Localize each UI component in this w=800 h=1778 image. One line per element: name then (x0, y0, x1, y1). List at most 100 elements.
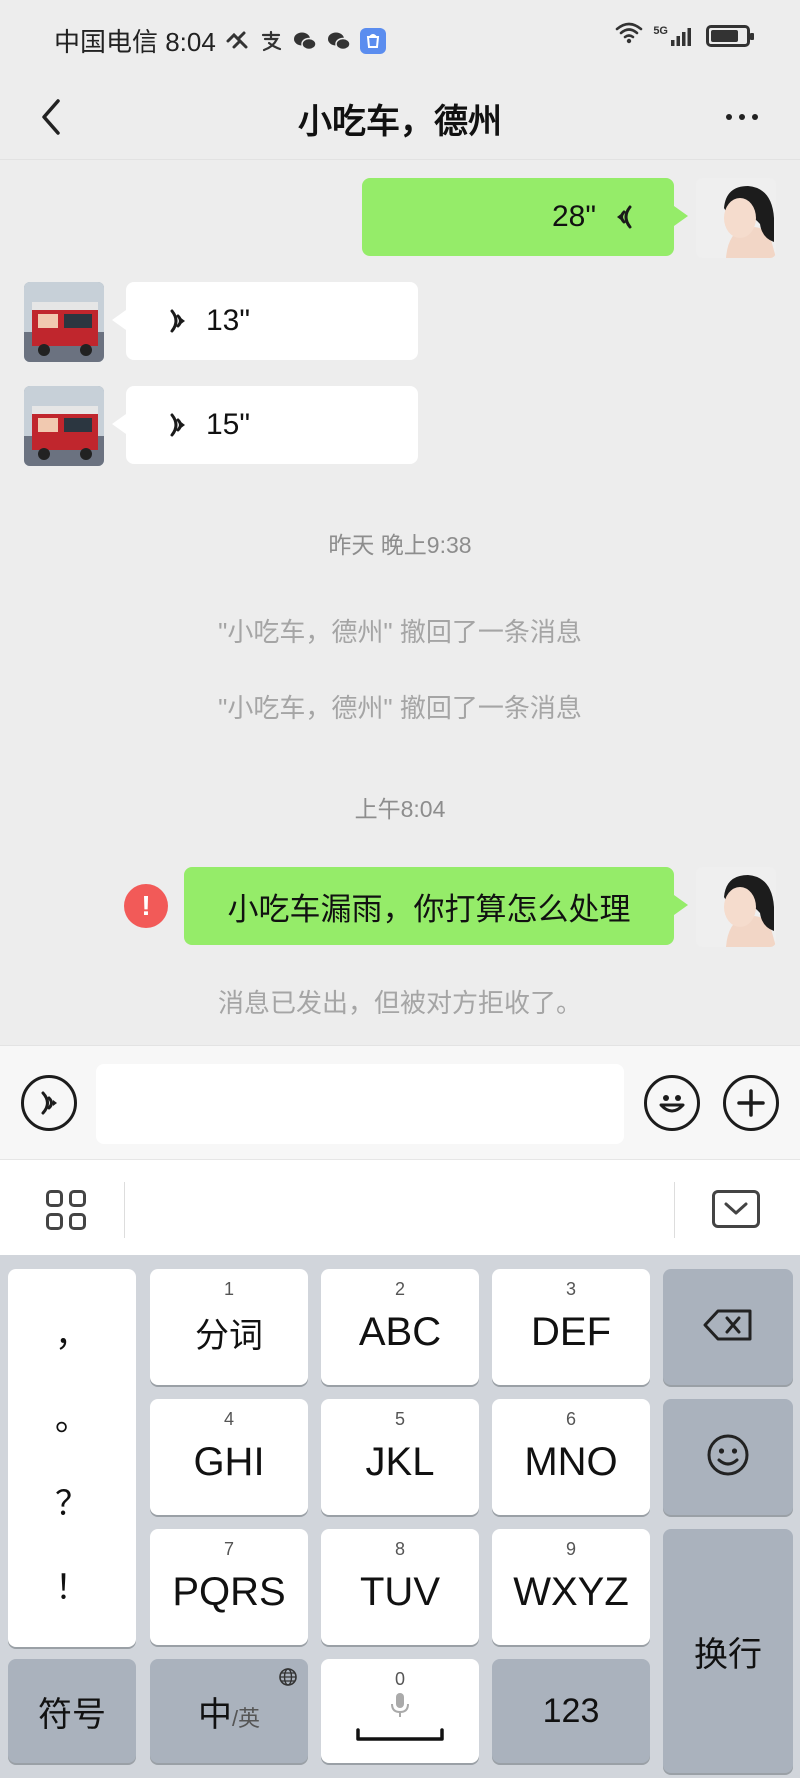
recall-note: "小吃车，德州" 撤回了一条消息 (218, 617, 582, 647)
voice-message-other[interactable]: 15" (112, 386, 418, 464)
timestamp: 昨天 晚上9:38 (328, 532, 472, 558)
punctuation-key-column[interactable]: ， 。 ？ ！ (8, 1269, 136, 1647)
lang-alt: /英 (231, 1705, 261, 1731)
space-key[interactable]: 0 (321, 1659, 479, 1763)
space-bar-icon (355, 1728, 445, 1747)
voice-wave-icon (610, 202, 638, 232)
key-num: 1 (223, 1279, 234, 1299)
toolbar-divider (124, 1182, 125, 1238)
key-5-jkl[interactable]: 5 JKL (321, 1399, 479, 1515)
key-label: TUV (360, 1569, 440, 1614)
voice-duration: 15" (206, 408, 251, 441)
key-num: 4 (223, 1409, 234, 1429)
keyboard-collapse-icon[interactable] (712, 1190, 760, 1228)
battery-icon (706, 24, 754, 47)
key-num: 0 (394, 1669, 405, 1689)
language-switch-key[interactable]: 中 /英 (150, 1659, 308, 1763)
chat-area[interactable]: 28" 13" 15" 昨天 晚上9:38 "小吃车，德州" 撤回了一条消息 "… (0, 160, 800, 1045)
nav-bar: 小吃车，德州 (0, 76, 800, 160)
lang-labels: 中 /英 (198, 1687, 260, 1736)
punct-exclaim[interactable]: ！ (55, 1560, 89, 1609)
avatar-other[interactable] (24, 386, 104, 466)
wechat-icon (292, 28, 318, 54)
chat-title: 小吃车，德州 (298, 103, 502, 141)
voice-message-other[interactable]: 13" (112, 282, 418, 360)
key-label: MNO (524, 1439, 618, 1484)
key-label: GHI (193, 1439, 265, 1484)
voice-duration: 13" (206, 304, 251, 337)
voice-mode-icon[interactable] (21, 1075, 77, 1131)
punct-comma[interactable]: ， (55, 1307, 89, 1356)
ime-toolbar (0, 1159, 800, 1255)
key-7-pqrs[interactable]: 7 PQRS (150, 1529, 308, 1645)
avatar-other[interactable] (24, 282, 104, 362)
lang-main: 中 (197, 1695, 232, 1734)
key-num: 3 (565, 1279, 576, 1299)
keyboard: ， 。 ？ ！ 1 分词 2 ABC 3 DEF 4 GHI 5 JKL 6 M… (0, 1255, 800, 1778)
emoji-icon[interactable] (644, 1075, 700, 1131)
key-label: DEF (531, 1309, 611, 1354)
toolbar-divider (674, 1182, 675, 1238)
voice-wave-icon (164, 410, 192, 440)
key-num: 2 (394, 1279, 405, 1299)
enter-key[interactable]: 换行 (663, 1529, 793, 1773)
key-label: WXYZ (513, 1569, 629, 1614)
key-label: ABC (358, 1309, 442, 1354)
smiley-icon (706, 1433, 750, 1482)
key-8-tuv[interactable]: 8 TUV (321, 1529, 479, 1645)
text-message-self[interactable]: 小吃车漏雨，你打算怎么处理 (184, 867, 688, 945)
more-dots-icon[interactable] (712, 92, 772, 142)
key-num: 8 (394, 1539, 405, 1559)
key-label: 符号 (38, 1695, 106, 1734)
backspace-key[interactable] (663, 1269, 793, 1385)
voice-wave-icon (164, 306, 192, 336)
plus-icon[interactable] (723, 1075, 779, 1131)
key-4-ghi[interactable]: 4 GHI (150, 1399, 308, 1515)
key-6-mno[interactable]: 6 MNO (492, 1399, 650, 1515)
status-bar: 中国电信 8:04 5G (0, 0, 800, 76)
voice-message-self[interactable]: 28" (362, 178, 688, 256)
key-num: 9 (565, 1539, 576, 1559)
avatar-self[interactable] (696, 178, 776, 258)
wechat-icon (326, 28, 352, 54)
input-bar (0, 1045, 800, 1159)
backspace-icon (702, 1308, 754, 1347)
key-3-def[interactable]: 3 DEF (492, 1269, 650, 1385)
message-text: 小吃车漏雨，你打算怎么处理 (227, 891, 631, 927)
numeric-key[interactable]: 123 (492, 1659, 650, 1763)
signal-5g-icon: 5G (653, 25, 696, 47)
key-2-abc[interactable]: 2 ABC (321, 1269, 479, 1385)
key-num: 5 (394, 1409, 405, 1429)
status-right: 5G (615, 22, 754, 49)
alipay-icon (258, 28, 284, 54)
voice-duration: 28" (551, 200, 596, 233)
key-num: 7 (223, 1539, 234, 1559)
timestamp: 上午8:04 (354, 796, 446, 822)
key-label: 分词 (195, 1316, 263, 1355)
key-9-wxyz[interactable]: 9 WXYZ (492, 1529, 650, 1645)
vpn-icon (224, 28, 250, 54)
network-label: 5G (653, 24, 668, 37)
wifi-icon (615, 22, 643, 49)
globe-icon (278, 1667, 298, 1692)
key-label: JKL (365, 1439, 435, 1484)
key-label: 换行 (694, 1635, 762, 1674)
status-left: 中国电信 8:04 (54, 22, 386, 59)
key-num: 6 (565, 1409, 576, 1429)
rejected-note: 消息已发出，但被对方拒收了。 (217, 988, 582, 1018)
emoji-key[interactable] (663, 1399, 793, 1515)
apps-grid-icon[interactable] (46, 1190, 86, 1230)
carrier-time: 中国电信 8:04 (54, 27, 216, 57)
message-input[interactable] (96, 1064, 624, 1144)
mic-icon (389, 1691, 411, 1724)
appstore-icon (359, 27, 386, 54)
key-label: PQRS (172, 1569, 286, 1614)
recall-note: "小吃车，德州" 撤回了一条消息 (218, 693, 582, 723)
avatar-self[interactable] (696, 867, 776, 947)
send-failed-icon[interactable]: ! (124, 884, 168, 928)
key-label: 123 (542, 1691, 600, 1730)
key-1-fenci[interactable]: 1 分词 (150, 1269, 308, 1385)
punct-question[interactable]: ？ (55, 1476, 89, 1525)
symbols-key[interactable]: 符号 (8, 1659, 136, 1763)
punct-period[interactable]: 。 (55, 1391, 89, 1440)
